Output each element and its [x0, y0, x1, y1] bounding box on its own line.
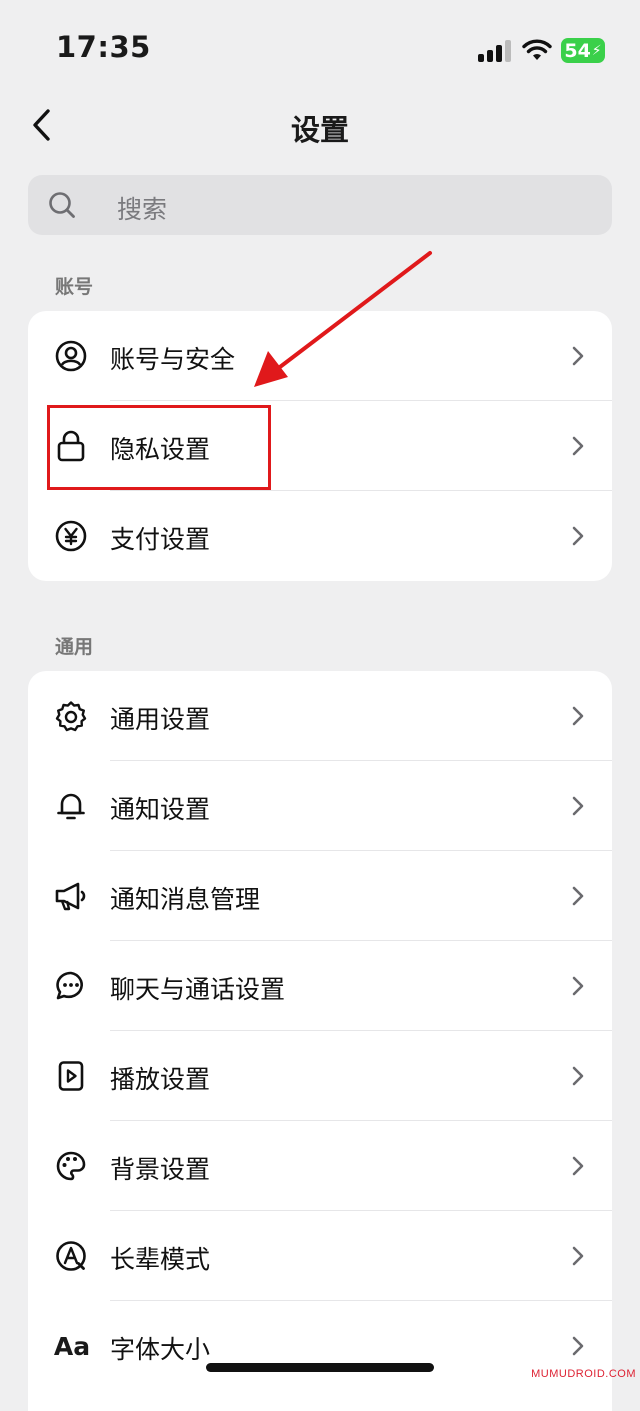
font-size-icon: Aa — [53, 1331, 91, 1361]
battery-level: 54 — [564, 39, 591, 62]
row-label: 通用设置 — [110, 705, 211, 734]
settings-row-elder-mode[interactable]: 长辈模式 — [28, 1211, 612, 1301]
gear-icon — [54, 699, 88, 733]
annotation-highlight-box — [47, 405, 271, 490]
search-placeholder: 搜索 — [117, 195, 168, 224]
battery-icon: 54 ⚡ — [561, 38, 605, 63]
play-icon — [54, 1059, 88, 1093]
annotation-arrow — [254, 251, 432, 387]
home-indicator[interactable] — [206, 1363, 434, 1372]
section-label-general: 通用 — [55, 636, 94, 658]
palette-icon — [54, 1149, 88, 1183]
settings-row-playback[interactable]: 播放设置 — [28, 1031, 612, 1121]
settings-row-font-size[interactable]: Aa 字体大小 — [28, 1301, 612, 1391]
settings-row-notifications[interactable]: 通知设置 — [28, 761, 612, 851]
row-label: 播放设置 — [110, 1065, 211, 1094]
nav-bar: 设置 — [0, 95, 640, 155]
chevron-right-icon — [572, 436, 584, 456]
row-label: 背景设置 — [110, 1155, 211, 1184]
yen-icon — [54, 519, 88, 553]
charging-bolt-icon: ⚡ — [591, 42, 602, 59]
chevron-right-icon — [572, 706, 584, 726]
chevron-right-icon — [572, 346, 584, 366]
chevron-right-icon — [572, 796, 584, 816]
settings-row-general[interactable]: 通用设置 — [28, 671, 612, 761]
section-label-account: 账号 — [55, 276, 94, 298]
row-label: 聊天与通话设置 — [110, 975, 286, 1004]
general-settings-card: 通用设置 通知设置 通知消息管理 聊天与通话设置 播放设置 背景设置 长辈模式 … — [28, 671, 612, 1411]
settings-row-payment[interactable]: 支付设置 — [28, 491, 612, 581]
megaphone-icon — [54, 879, 88, 913]
search-input[interactable]: 搜索 — [28, 175, 612, 235]
signal-icon — [478, 40, 512, 62]
row-label: 长辈模式 — [110, 1245, 211, 1274]
row-label: 通知设置 — [110, 795, 211, 824]
row-label: 支付设置 — [110, 525, 211, 554]
chevron-right-icon — [572, 1246, 584, 1266]
search-icon — [49, 192, 75, 218]
row-label: 通知消息管理 — [110, 885, 261, 914]
settings-row-chat-calls[interactable]: 聊天与通话设置 — [28, 941, 612, 1031]
chevron-right-icon — [572, 886, 584, 906]
chevron-right-icon — [572, 526, 584, 546]
chat-bubble-icon — [54, 969, 88, 1003]
status-bar: 17:35 54 ⚡ — [0, 0, 640, 100]
watermark: MUMUDROID.COM — [531, 1368, 636, 1380]
settings-row-notification-messages[interactable]: 通知消息管理 — [28, 851, 612, 941]
page-title: 设置 — [290, 113, 349, 147]
user-circle-icon — [54, 339, 88, 373]
status-time: 17:35 — [56, 30, 151, 64]
chevron-right-icon — [572, 1156, 584, 1176]
wifi-icon — [522, 38, 552, 62]
chevron-right-icon — [572, 1066, 584, 1086]
bell-icon — [54, 789, 88, 823]
row-label: 账号与安全 — [110, 345, 236, 374]
settings-row-background[interactable]: 背景设置 — [28, 1121, 612, 1211]
row-label: 字体大小 — [110, 1335, 211, 1364]
elder-mode-icon — [54, 1239, 88, 1273]
chevron-right-icon — [572, 976, 584, 996]
chevron-right-icon — [572, 1336, 584, 1356]
